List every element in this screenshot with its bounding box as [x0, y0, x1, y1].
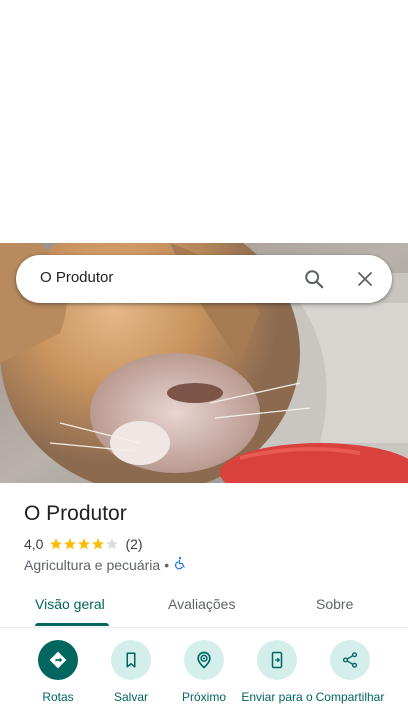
directions-icon: [38, 640, 78, 680]
save-label: Salvar: [113, 690, 148, 704]
place-title: O Produtor: [24, 502, 127, 525]
place-category: Agricultura e pecuária: [24, 556, 161, 573]
nearby-button[interactable]: Próximo: [164, 640, 244, 704]
nearby-label: Próximo: [181, 690, 226, 704]
share-label: Compartilhar: [315, 690, 385, 704]
tab-reviews[interactable]: Avaliações: [168, 596, 235, 612]
star-icon: [78, 538, 91, 550]
review-count[interactable]: (2): [125, 536, 142, 552]
search-icon[interactable]: [302, 267, 326, 291]
star-rating: [49, 537, 119, 551]
action-buttons: Rotas Salvar Próximo Enviar para o Compa…: [0, 640, 408, 726]
rating-value: 4,0: [24, 536, 44, 552]
place-tabs: Visão geral Avaliações Sobre: [0, 586, 408, 628]
separator-dot: •: [164, 556, 170, 573]
close-icon[interactable]: [353, 267, 377, 291]
star-icon: [92, 538, 105, 550]
star-icon: [64, 538, 77, 550]
search-bar[interactable]: O Produtor: [16, 255, 392, 303]
directions-label: Rotas: [42, 690, 74, 704]
map-area[interactable]: [0, 0, 408, 243]
tab-active-indicator: [35, 623, 109, 626]
save-button[interactable]: Salvar: [91, 640, 171, 704]
star-icon: [50, 538, 63, 550]
bookmark-icon: [111, 640, 151, 680]
rating-row[interactable]: 4,0 (2): [24, 536, 143, 552]
nearby-icon: [184, 640, 224, 680]
share-button[interactable]: Compartilhar: [310, 640, 390, 704]
send-to-phone-button[interactable]: Enviar para o: [237, 640, 317, 704]
wheelchair-icon[interactable]: [173, 556, 187, 573]
tab-about[interactable]: Sobre: [316, 596, 353, 612]
star-empty-icon: [106, 538, 119, 550]
send-to-phone-label: Enviar para o: [241, 690, 313, 704]
search-query-text[interactable]: O Produtor: [40, 269, 113, 286]
tab-overview[interactable]: Visão geral: [35, 596, 105, 612]
share-icon: [330, 640, 370, 680]
category-row: Agricultura e pecuária •: [24, 556, 187, 573]
directions-button[interactable]: Rotas: [18, 640, 98, 704]
send-to-phone-icon: [257, 640, 297, 680]
